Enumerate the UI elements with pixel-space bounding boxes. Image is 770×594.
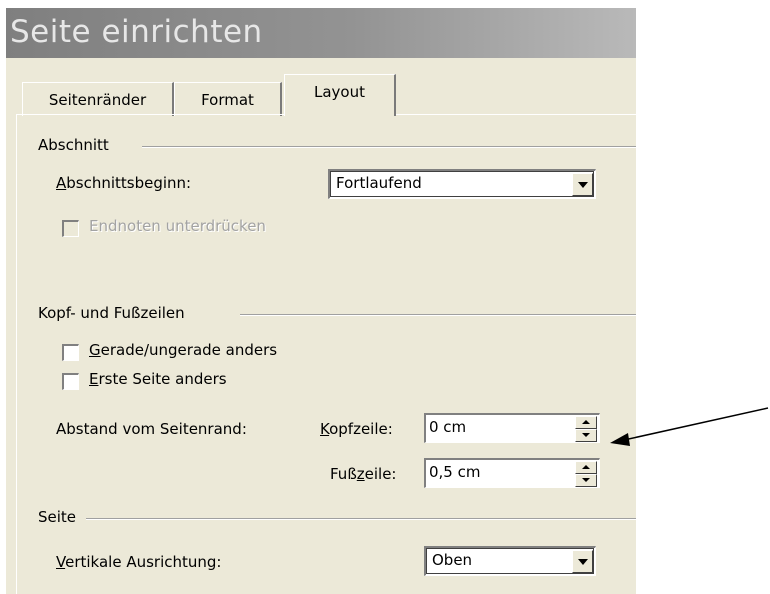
abschnittsbeginn-label: Abschnittsbeginn:: [56, 174, 192, 192]
kopfzeile-spin-buttons: [575, 416, 597, 442]
annotation-arrow-icon: [610, 407, 769, 446]
tab-label: Format: [201, 91, 254, 109]
abschnitt-group-label: Abschnitt: [38, 136, 115, 154]
erste-seite-checkbox[interactable]: [62, 373, 79, 390]
endnoten-checkbox[interactable]: [62, 220, 79, 237]
fusszeile-spin-buttons: [575, 461, 597, 487]
spin-down-icon[interactable]: [575, 474, 597, 487]
tab-format[interactable]: Format: [174, 82, 282, 116]
tab-label: Layout: [314, 83, 365, 101]
spin-up-icon[interactable]: [575, 461, 597, 474]
spin-down-icon[interactable]: [575, 429, 597, 442]
tab-layout[interactable]: Layout: [284, 74, 396, 116]
fusszeile-spinner[interactable]: 0,5 cm: [424, 458, 600, 488]
abschnittsbeginn-value: Fortlaufend: [336, 174, 422, 192]
kopfzeile-value: 0 cm: [429, 418, 467, 436]
gerade-ungerade-checkbox[interactable]: [62, 344, 79, 361]
kopfzeile-label: Kopfzeile:: [320, 420, 393, 438]
fusszeile-label: Fußzeile:: [330, 465, 397, 483]
tab-seitenraender[interactable]: Seitenränder: [22, 82, 174, 116]
kopf-fuss-group-line: [240, 314, 636, 316]
abschnittsbeginn-select[interactable]: Fortlaufend: [328, 169, 596, 199]
vertikale-ausrichtung-value: Oben: [432, 551, 473, 569]
seite-group-line: [86, 518, 636, 520]
gerade-ungerade-label: Gerade/ungerade anders: [89, 341, 278, 359]
title-bar[interactable]: Seite einrichten: [6, 8, 636, 58]
endnoten-label: Endnoten unterdrücken: [89, 217, 266, 235]
window-title: Seite einrichten: [10, 14, 263, 50]
kopfzeile-spinner[interactable]: 0 cm: [424, 413, 600, 443]
chevron-down-icon[interactable]: [572, 550, 593, 573]
tab-label: Seitenränder: [48, 91, 147, 109]
kopf-fuss-group-label: Kopf- und Fußzeilen: [38, 304, 191, 322]
vertikale-ausrichtung-label: Vertikale Ausrichtung:: [56, 553, 222, 571]
vertikale-ausrichtung-select[interactable]: Oben: [424, 546, 596, 576]
chevron-down-icon[interactable]: [572, 173, 593, 196]
abstand-label: Abstand vom Seitenrand:: [56, 420, 247, 438]
abschnitt-group-line: [142, 146, 636, 148]
erste-seite-label: Erste Seite anders: [89, 370, 227, 388]
seite-group-label: Seite: [38, 508, 83, 526]
fusszeile-value: 0,5 cm: [429, 463, 481, 481]
spin-up-icon[interactable]: [575, 416, 597, 429]
